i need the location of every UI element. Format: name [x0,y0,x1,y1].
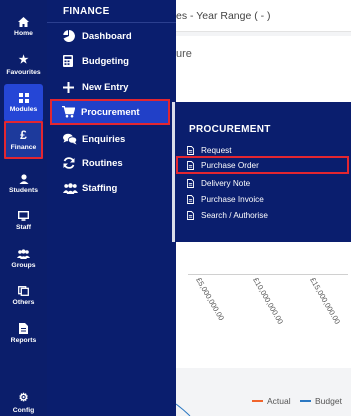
chart-curve [176,403,191,416]
nav-label: Groups [11,262,36,269]
flyout-item-delivery-note[interactable]: Delivery Note [187,176,250,190]
document-icon [187,194,199,204]
menu-item-new-entry[interactable]: New Entry [63,76,128,98]
flyout-item-search-authorise[interactable]: Search / Authorise [187,208,268,222]
nav-label: Staff [15,224,32,231]
document-icon [187,160,199,170]
finance-submenu: FINANCE Dashboard Budgeting New Entry Pr… [47,0,176,416]
pound-icon: £ [20,128,27,142]
reports-icon [19,322,28,334]
report-header: es - Year Range ( - ) [176,0,351,32]
document-icon [187,178,199,188]
calculator-icon [63,55,79,67]
groups-icon [17,249,30,259]
pie-chart-icon [63,30,79,42]
modules-icon [18,93,29,103]
sync-icon [63,157,79,169]
nav-others[interactable]: Others [4,277,43,315]
menu-item-label: Dashboard [82,30,132,42]
menu-item-label: Procurement [81,106,140,118]
document-icon [187,210,199,220]
nav-label: Others [12,299,35,306]
nav-modules[interactable]: Modules [4,84,43,122]
menu-item-dashboard[interactable]: Dashboard [63,25,132,47]
axis-tick-label: £10,000,000.00 [251,276,286,326]
chart-axis [188,274,348,275]
nav-students[interactable]: Students [4,165,43,203]
gear-icon: ⚙ [18,392,29,404]
student-icon [19,174,29,184]
menu-item-procurement[interactable]: Procurement [50,99,170,125]
flyout-item-label: Search / Authorise [201,210,268,220]
axis-tick-label: £15,000,000.00 [308,276,343,326]
document-icon [187,145,199,155]
nav-reports[interactable]: Reports [4,314,43,352]
menu-item-routines[interactable]: Routines [63,152,123,174]
home-icon [18,17,29,27]
flyout-item-label: Purchase Invoice [201,194,264,204]
flyout-item-purchase-invoice[interactable]: Purchase Invoice [187,192,264,206]
submenu-divider [47,22,176,23]
nav-label: Finance [10,144,37,151]
flyout-item-label: Delivery Note [201,178,251,188]
flyout-item-label: Request [201,145,232,155]
nav-label: Students [8,187,39,194]
nav-config[interactable]: ⚙ Config [4,384,43,416]
menu-item-label: Staffing [82,182,118,194]
menu-item-budgeting[interactable]: Budgeting [63,50,129,72]
nav-label: Reports [10,336,37,344]
flyout-edge [172,102,175,242]
nav-label: Favourites [6,69,41,76]
nav-groups[interactable]: Groups [4,240,43,278]
menu-item-label: New Entry [82,81,129,93]
menu-item-staffing[interactable]: Staffing [63,177,117,199]
flyout-item-purchase-order[interactable]: Purchase Order [176,156,349,174]
report-card-title: ure [176,48,192,60]
main-nav-rail: Home ★ Favourites Modules £ Finance Stud… [0,0,47,416]
nav-label: Config [12,407,35,414]
nav-finance[interactable]: £ Finance [4,121,43,159]
flyout-item-label: Purchase Order [201,160,259,170]
others-icon [18,286,29,296]
procurement-flyout: PROCUREMENT Request Purchase Order Deliv… [172,102,351,242]
menu-item-enquiries[interactable]: Enquiries [63,128,125,150]
flyout-item-request[interactable]: Request [187,143,232,157]
menu-item-label: Budgeting [82,55,129,67]
nav-home[interactable]: Home [4,8,43,46]
staff-icon [18,211,29,221]
comments-icon [63,133,79,145]
cart-icon [62,106,78,118]
flyout-title: PROCUREMENT [189,124,271,135]
users-icon [63,182,79,194]
nav-favourites[interactable]: ★ Favourites [4,46,43,84]
axis-tick-label: £5,000,000.00 [194,276,226,323]
menu-item-label: Routines [82,157,123,169]
star-icon: ★ [18,54,29,66]
menu-item-label: Enquiries [82,133,126,145]
nav-label: Home [14,30,33,37]
report-header-text: es - Year Range ( - ) [176,10,271,22]
nav-staff[interactable]: Staff [4,202,43,240]
plus-icon [63,81,79,93]
nav-label: Modules [9,106,38,113]
submenu-title: FINANCE [63,6,110,17]
